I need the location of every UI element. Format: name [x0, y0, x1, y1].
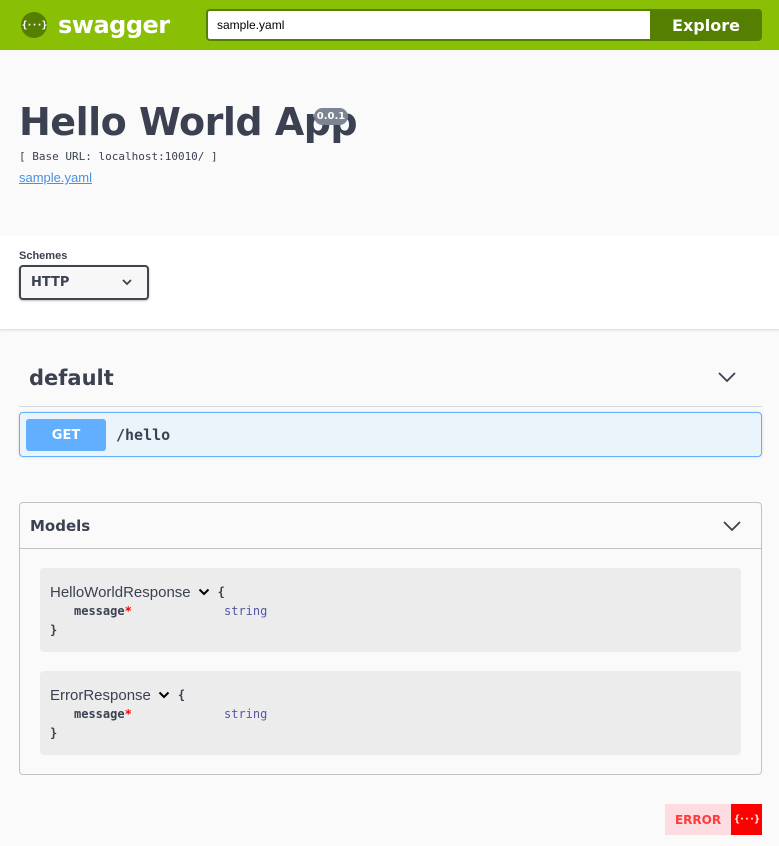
close-brace: }	[50, 623, 58, 637]
base-url: [ Base URL: localhost:10010/ ]	[19, 150, 218, 163]
required-marker: *	[124, 707, 132, 721]
chevron-down-icon[interactable]	[158, 690, 170, 700]
explore-button[interactable]: Explore	[650, 9, 762, 41]
method-badge: GET	[26, 419, 106, 451]
open-brace: {	[177, 688, 186, 702]
version-badge: 0.0.1	[314, 108, 348, 125]
schemes-selected-value: HTTP	[31, 275, 70, 290]
models-section: Models HelloWorldResponse { message* str…	[19, 502, 762, 775]
operation-path: /hello	[116, 426, 171, 444]
spec-link[interactable]: sample.yaml	[19, 170, 92, 185]
validator-status-badge[interactable]: ERROR	[665, 804, 731, 835]
open-brace: {	[217, 585, 225, 599]
property-type: string	[224, 604, 268, 618]
model-property: message* string	[50, 603, 731, 623]
required-marker: *	[124, 604, 132, 618]
topbar: {···} swagger Explore	[0, 0, 779, 50]
swagger-logo-icon[interactable]: {···}	[21, 12, 48, 38]
schemes-section: Schemes HTTP	[0, 236, 779, 330]
brand-name[interactable]: swagger	[58, 11, 170, 39]
schemes-label: Schemes	[19, 250, 68, 262]
chevron-down-icon[interactable]	[198, 587, 210, 597]
chevron-down-icon	[718, 372, 736, 383]
models-title: Models	[30, 517, 91, 535]
model-property: message* string	[50, 706, 731, 726]
chevron-down-icon	[723, 521, 741, 532]
tag-default-header[interactable]: default	[19, 350, 762, 407]
close-brace: }	[50, 726, 58, 740]
chevron-down-icon	[122, 279, 132, 286]
page-title: Hello World App	[19, 100, 358, 144]
property-type: string	[224, 707, 268, 721]
spec-url-input[interactable]	[206, 9, 650, 41]
model-error-response: ErrorResponse { message* string }	[40, 671, 741, 755]
tag-name: default	[29, 366, 114, 390]
operation-get-hello[interactable]: GET /hello	[19, 412, 762, 457]
model-name[interactable]: HelloWorldResponse	[50, 584, 191, 601]
model-name[interactable]: ErrorResponse	[50, 687, 151, 704]
property-name: message*	[74, 707, 132, 721]
schemes-select[interactable]: HTTP	[19, 265, 149, 300]
property-name: message*	[74, 604, 132, 618]
model-hello-world-response: HelloWorldResponse { message* string }	[40, 568, 741, 652]
validator-icon[interactable]: {···}	[731, 804, 762, 835]
models-header[interactable]: Models	[20, 503, 761, 549]
